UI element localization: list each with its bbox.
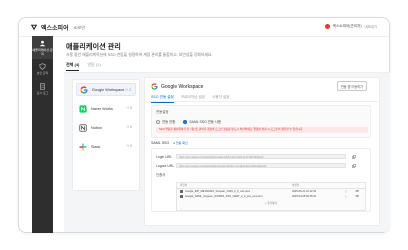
file-icon	[180, 189, 183, 193]
sidebar-item-security[interactable]: 보안 관리	[32, 59, 53, 79]
app-name: Naver Works	[91, 106, 113, 111]
cert-date: 2025-04-08 09:45:10	[292, 195, 317, 199]
app-name: Slack	[91, 144, 101, 149]
google-icon	[151, 83, 158, 90]
col-filename: 파일명	[180, 184, 188, 188]
sidebar-item-apps[interactable]: 애플리케이션 관리	[32, 36, 53, 60]
cert-date: 2025-05-21 10:12:33	[292, 189, 317, 193]
user-count-value: 0	[130, 125, 132, 129]
sidebar-item-logs[interactable]: 감사 로그	[32, 79, 53, 99]
radio-saml-sso[interactable]: SAML SSO 연동 사용	[183, 119, 221, 124]
add-cert-button[interactable]: + 추가하기	[177, 201, 365, 205]
tab-divider	[145, 101, 378, 102]
user-menu[interactable]: 엑스소피어(관리자) 내보내기	[324, 24, 377, 29]
app-name: Notion	[91, 125, 102, 130]
top-bar: 엑스소피어 ID보안 엑스소피어(관리자) 내보내기	[19, 18, 389, 37]
tab-connected[interactable]: 연동 (1)	[87, 62, 100, 71]
radio-no-sso[interactable]: 연동 안함	[156, 119, 175, 124]
google-icon	[80, 85, 88, 94]
login-url-field[interactable]: https://sso.xsopeer.com/saml2/idp/sso/ab…	[176, 154, 346, 159]
user-icon: ⚇	[126, 125, 130, 129]
cert-row: 인증서	[156, 172, 176, 177]
user-count: ⚇ 0	[126, 144, 132, 148]
notion-icon	[79, 123, 87, 132]
user-count: ⚇ 0	[126, 125, 132, 129]
file-icon	[180, 195, 183, 199]
sidebar-item-label: 감사 로그	[36, 90, 49, 95]
cert-label: 인증서	[156, 173, 166, 177]
user-name: 엑스소피어(관리자)	[332, 24, 362, 28]
people-icon	[39, 40, 46, 47]
app-detail-panel: Google Workspace 연동 앱 이동하기 SSO 연동 설정 프로비…	[144, 77, 380, 226]
table-row: Google_SAML_Xsopeer_WORKS_SSO_CERT_2_0_s…	[177, 194, 365, 200]
brand-logo-icon	[30, 24, 38, 31]
delete-icon[interactable]: ⌫	[352, 195, 362, 198]
go-to-app-button[interactable]: 연동 앱 이동하기	[336, 81, 367, 91]
user-count-value: 2	[129, 88, 131, 92]
sso-options: 연동 안함 SAML SSO 연동 사용	[156, 119, 221, 124]
sidebar-item-label: 애플리케이션 관리	[32, 48, 53, 56]
logout-url-field[interactable]: https://sso.xsopeer.com/saml2/idp/logout…	[176, 163, 346, 168]
cert-table: 파일명 생성일 Google_IDP_METADATA_Xsopeer_GWS_…	[176, 182, 366, 211]
list-item[interactable]: Notion ⚇ 0	[76, 121, 136, 134]
slack-icon	[79, 142, 87, 151]
logout-url-label: Logout URL	[156, 163, 175, 168]
download-icon[interactable]: ⤓	[340, 195, 352, 198]
user-icon: ⚇	[126, 144, 130, 148]
sidebar: 애플리케이션 관리 보안 관리 감사 로그	[32, 36, 53, 233]
user-icon: ⚇	[126, 106, 130, 110]
sso-connection-section: 연동설정 연동 안함 SAML SSO 연동 사용 SSO 연동을 활성화하기 …	[151, 105, 371, 138]
list-item[interactable]: Naver Works ⚇ 0	[76, 102, 136, 115]
brand[interactable]: 엑스소피어 ID보안	[30, 23, 85, 32]
warning-banner: SSO 연동을 활성화하기 전, 테넌트 관리자 계정의 로그인 정보를 반드시…	[156, 127, 368, 133]
copy-icon[interactable]	[352, 163, 356, 168]
login-url-row: Login URL https://sso.xsopeer.com/saml2/…	[156, 154, 356, 159]
login-url-label: Login URL	[156, 154, 173, 159]
user-icon: ⚇	[125, 88, 129, 92]
col-date: 생성일	[292, 184, 300, 188]
list-item[interactable]: Google Workspace ⚇ 2	[76, 83, 136, 96]
page-title: 애플리케이션 관리	[66, 42, 121, 51]
radio-label: SAML SSO 연동 사용	[189, 120, 221, 124]
app-list: Google Workspace ⚇ 2 Naver Works ⚇ 0 Notio…	[72, 79, 140, 191]
delete-icon[interactable]: ⌫	[352, 190, 362, 193]
user-count: ⚇ 2	[125, 88, 131, 92]
naver-works-icon	[79, 104, 87, 113]
shield-icon	[39, 63, 46, 70]
main-tabs: 전체 (4) 연동 (1)	[66, 62, 101, 71]
cert-filename: Google_IDP_METADATA_Xsopeer_GWS_2_0_cert…	[185, 189, 251, 193]
tab-all[interactable]: 전체 (4)	[66, 62, 80, 71]
user-count-value: 0	[130, 106, 132, 110]
copy-icon[interactable]	[352, 154, 356, 159]
download-icon[interactable]: ⤓	[340, 190, 352, 193]
user-count: ⚇ 0	[126, 106, 132, 110]
radio-label: 연동 안함	[162, 120, 176, 124]
sidebar-item-label: 보안 관리	[36, 71, 49, 76]
logout-button[interactable]: 내보내기	[365, 24, 377, 29]
section-header: 연동설정	[156, 110, 169, 114]
saml-title-text: SAML SSO	[151, 141, 170, 145]
brand-name: 엑스소피어	[41, 26, 69, 32]
app-name: Google Workspace	[92, 87, 125, 92]
document-icon	[40, 83, 45, 90]
radio-circle	[183, 119, 188, 124]
logout-url-row: Logout URL https://sso.xsopeer.com/saml2…	[156, 163, 356, 168]
detail-title-text: Google Workspace	[161, 83, 204, 90]
saml-settings-box: Login URL https://sso.xsopeer.com/saml2/…	[151, 148, 371, 212]
connection-check-toggle[interactable]: ● 연동 확인	[173, 141, 188, 145]
detail-title: Google Workspace	[151, 83, 203, 90]
user-count-value: 0	[130, 144, 132, 148]
cert-filename: Google_SAML_Xsopeer_WORKS_SSO_CERT_2_0_s…	[185, 195, 263, 199]
avatar	[324, 24, 330, 29]
list-item[interactable]: Slack ⚇ 0	[76, 140, 136, 153]
saml-section-title: SAML SSO ● 연동 확인	[151, 141, 188, 145]
radio-circle	[156, 119, 160, 124]
page-description: 사용 중인 애플리케이션에 SSO 연동을 설정하여 계정 관리를 통합하고, …	[66, 53, 213, 57]
brand-sub: ID보안	[73, 24, 85, 30]
